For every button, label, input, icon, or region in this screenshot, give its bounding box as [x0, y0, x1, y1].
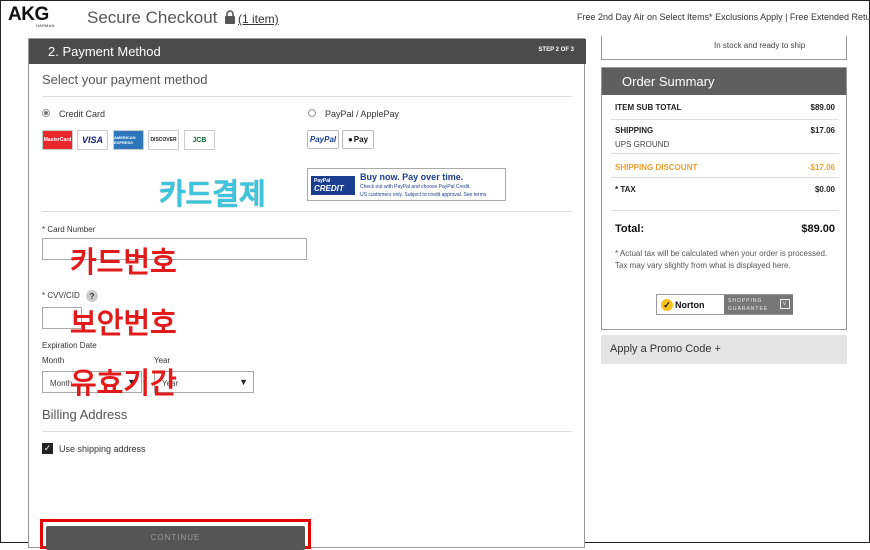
apple-pay-text: Pay [353, 135, 369, 144]
select-payment-heading: Select your payment method [42, 72, 208, 87]
paypal-credit-banner[interactable]: PayPal CREDIT Buy now. Pay over time. Ch… [307, 168, 506, 201]
continue-button[interactable]: CONTINUE [46, 526, 305, 550]
annotation-security-code: 보안번호 [70, 306, 177, 340]
paypal-credit-badge: PayPal CREDIT [311, 176, 355, 195]
checkmark-icon: ✓ [661, 299, 673, 311]
page-title: Secure Checkout [87, 8, 218, 27]
annotation-expiry: 유효기간 [70, 366, 177, 400]
divider [611, 210, 839, 211]
norton-name: Norton [675, 300, 705, 310]
step-indicator: STEP 2 OF 3 [538, 47, 574, 53]
paypal-radio[interactable] [308, 109, 316, 117]
use-shipping-checkbox[interactable]: ✓ [42, 443, 53, 454]
divider [611, 153, 839, 154]
promo-code-toggle[interactable]: Apply a Promo Code + [601, 335, 847, 364]
total-value: $89.00 [801, 223, 835, 235]
discount-label: SHIPPING DISCOUNT [615, 163, 698, 172]
shipping-method: UPS GROUND [615, 140, 670, 149]
amex-icon: AMERICAN EXPRESS [113, 130, 144, 150]
divider [42, 431, 572, 432]
order-summary: Order Summary ITEM SUB TOTAL $89.00 SHIP… [601, 67, 847, 330]
credit-line-2: US customers only. Subject to credit app… [360, 192, 487, 198]
paypal-label[interactable]: PayPal / ApplePay [325, 109, 399, 119]
annotation-card-number: 카드번호 [70, 245, 177, 279]
payment-method-panel: 2. Payment Method STEP 2 OF 3 Select you… [28, 38, 586, 550]
visa-icon: VISA [77, 130, 108, 150]
stock-status: In stock and ready to ship [714, 41, 806, 50]
promo-code-label: Apply a Promo Code + [610, 343, 721, 355]
billing-address-heading: Billing Address [42, 407, 128, 422]
annotation-card-payment: 카드결제 [159, 177, 266, 211]
shipping-promo-banner: Free 2nd Day Air on Select Items* Exclus… [577, 12, 870, 22]
divider [611, 119, 839, 120]
order-summary-title: Order Summary [622, 74, 715, 89]
jcb-icon: JCB [184, 130, 215, 150]
total-row: Total: $89.00 [615, 223, 835, 235]
divider [611, 177, 839, 178]
akg-logo[interactable]: AKG HARMAN [8, 4, 54, 29]
card-number-label: * Card Number [42, 225, 96, 234]
divider [42, 211, 572, 212]
mastercard-icon: MasterCard [42, 130, 73, 150]
credit-badge-main: CREDIT [314, 184, 344, 193]
apple-icon: ● [347, 135, 353, 144]
expiration-label: Expiration Date [42, 341, 97, 350]
discount-row: SHIPPING DISCOUNT -$17.06 [615, 163, 835, 172]
continue-highlight: CONTINUE [40, 519, 311, 550]
discount-value: -$17.06 [807, 163, 835, 172]
lock-icon [225, 10, 235, 24]
payment-section-header: 2. Payment Method STEP 2 OF 3 [29, 39, 586, 64]
credit-headline: Buy now. Pay over time. [360, 172, 464, 182]
credit-card-radio[interactable] [42, 109, 50, 117]
tax-note: * Actual tax will be calculated when you… [615, 249, 828, 270]
paypal-logo: PayPal [307, 130, 339, 149]
brand-sub: HARMAN [36, 23, 55, 28]
divider [42, 96, 572, 97]
credit-card-label[interactable]: Credit Card [59, 109, 105, 119]
section-title: 2. Payment Method [48, 44, 161, 59]
tax-label: * TAX [615, 185, 636, 194]
stock-status-box: In stock and ready to ship [601, 36, 847, 60]
chevron-down-icon: ▼ [239, 377, 248, 387]
norton-guarantee: SHOPPING GUARANTEE v [724, 295, 793, 314]
credit-line-1: Check out with PayPal and choose PayPal … [360, 184, 471, 190]
tax-row: * TAX $0.00 [615, 185, 835, 194]
total-label: Total: [615, 223, 645, 235]
norton-guarantee-text: SHOPPING GUARANTEE [728, 298, 769, 312]
subtotal-value: $89.00 [810, 103, 835, 112]
month-label: Month [42, 356, 65, 365]
order-summary-header: Order Summary [602, 68, 846, 95]
use-shipping-label[interactable]: Use shipping address [59, 444, 146, 454]
cvv-label: * CVV/CID [42, 291, 80, 300]
month-select-value: Month [50, 379, 73, 388]
subtotal-row: ITEM SUB TOTAL $89.00 [615, 103, 835, 112]
shipping-value: $17.06 [810, 126, 835, 135]
brand-name: AKG [8, 4, 49, 25]
shipping-row: SHIPPING $17.06 [615, 126, 835, 135]
shipping-label: SHIPPING [615, 126, 654, 135]
apple-pay-logo: ● Pay [342, 130, 374, 149]
cart-item-count[interactable]: (1 item) [238, 12, 279, 26]
tax-value: $0.00 [814, 185, 835, 194]
subtotal-label: ITEM SUB TOTAL [615, 103, 682, 112]
norton-badge[interactable]: ✓ Norton SHOPPING GUARANTEE v [656, 294, 793, 315]
chevron-down-icon: v [780, 299, 790, 309]
discover-icon: DISCOVER [148, 130, 179, 150]
